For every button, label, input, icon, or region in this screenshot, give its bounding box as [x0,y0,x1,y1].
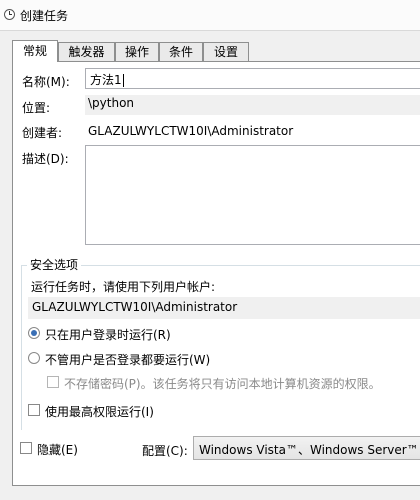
account-prompt: 运行任务时，请使用下列用户帐户: [31,280,216,294]
clock-icon [4,9,15,20]
tab-actions[interactable]: 操作 [115,42,159,61]
radio-logged-on-only[interactable] [28,327,40,339]
radio-logged-on-only-label[interactable]: 只在用户登录时运行(R) [45,326,171,343]
config-label: 配置(C): [142,444,188,458]
config-select[interactable]: Windows Vista™、Windows Server™ 2008 [193,436,420,460]
radio-run-whether-logged-on-label[interactable]: 不管用户是否登录都要运行(W) [45,351,210,368]
description-label: 描述(D): [22,152,69,166]
author-value: GLAZULWYLCTW10I\Administrator [88,124,294,138]
checkbox-no-store-password[interactable] [47,376,59,388]
name-input[interactable]: 方法1 [85,68,420,89]
title-bar: 创建任务 [0,0,420,31]
security-group-border-left [21,265,22,430]
checkbox-highest-privileges[interactable] [28,404,40,416]
location-value: \python [85,95,420,115]
no-store-password-label: 不存储密码(P)。该任务将只有访问本地计算机资源的权限。 [64,377,381,391]
security-group-title: 安全选项 [27,256,82,273]
checkbox-hidden[interactable] [20,442,32,454]
tab-general[interactable]: 常规 [12,40,58,62]
location-label: 位置: [22,101,51,115]
user-account-field: GLAZULWYLCTW10I\Administrator [28,297,420,319]
hidden-label[interactable]: 隐藏(E) [37,441,78,458]
radio-run-whether-logged-on[interactable] [28,352,40,364]
description-textarea[interactable] [85,145,420,245]
tab-settings[interactable]: 设置 [203,42,249,61]
name-label: 名称(M): [22,75,70,89]
tab-triggers[interactable]: 触发器 [58,42,115,61]
window-title: 创建任务 [20,9,69,23]
tab-conditions[interactable]: 条件 [159,42,203,61]
highest-privileges-label[interactable]: 使用最高权限运行(I) [45,403,154,420]
author-label: 创建者: [22,126,63,140]
